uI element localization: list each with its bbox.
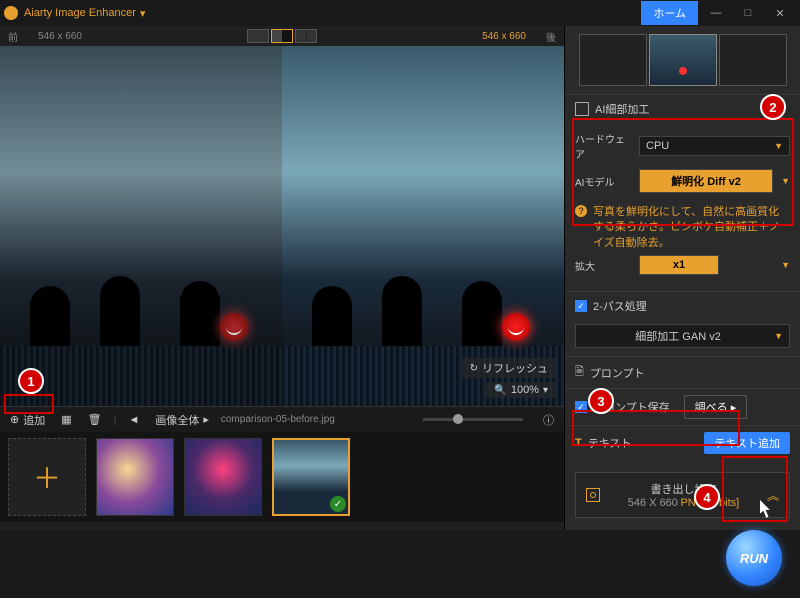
- prompt-section-header[interactable]: 🗎 プロンプト: [565, 356, 800, 388]
- thumbnail-3[interactable]: ✓: [272, 438, 350, 516]
- text-add-button[interactable]: テキスト追加: [704, 432, 790, 454]
- gan-select[interactable]: 細部加工 GAN v2▼: [575, 324, 790, 348]
- maximize-button[interactable]: □: [732, 0, 764, 26]
- after-dimensions: 546 x 660: [482, 31, 526, 42]
- delete-icon[interactable]: 🗑: [84, 411, 106, 428]
- scope-dropdown[interactable]: 画像全体 ▸: [151, 410, 213, 430]
- model-select[interactable]: 鮮明化 Diff v2: [639, 169, 773, 193]
- text-section-header: T テキスト テキスト追加: [565, 425, 800, 460]
- export-details: 546 X 660 PNG [8 bits]: [608, 497, 759, 509]
- adjust-button[interactable]: 調べる ▸: [684, 395, 748, 419]
- hardware-select[interactable]: CPU▼: [639, 136, 790, 156]
- title-dropdown-icon[interactable]: ▾: [140, 7, 146, 20]
- add-image-thumb[interactable]: ＋: [8, 438, 86, 516]
- view-single-toggle[interactable]: [247, 29, 269, 43]
- callout-1: 1: [18, 368, 44, 394]
- before-label: 前: [8, 29, 18, 44]
- prev-image-icon[interactable]: ◄: [124, 412, 143, 428]
- view-side-toggle[interactable]: [295, 29, 317, 43]
- expand-icon[interactable]: ︽: [767, 487, 779, 504]
- thumbnail-2[interactable]: [184, 438, 262, 516]
- model-label: AIモデル: [575, 174, 631, 189]
- image-viewer[interactable]: ↻ リフレッシュ 🔍 100% ▾: [0, 46, 564, 406]
- callout-4: 4: [694, 484, 720, 510]
- info-icon[interactable]: ⓘ: [539, 410, 558, 430]
- twopass-checkbox[interactable]: ✓: [575, 300, 587, 312]
- before-dimensions: 546 x 660: [38, 31, 82, 42]
- zoom-button[interactable]: 🔍 100% ▾: [486, 382, 556, 398]
- twopass-label: 2-パス処理: [593, 298, 647, 314]
- mini-preview: [565, 26, 800, 94]
- text-icon: T: [575, 437, 582, 449]
- run-button[interactable]: RUN: [726, 530, 782, 586]
- close-button[interactable]: ✕: [764, 0, 796, 26]
- zoom-slider[interactable]: [423, 418, 523, 421]
- add-button[interactable]: ⊕ 追加: [6, 410, 49, 430]
- export-header: 書き出し設定: [608, 481, 759, 497]
- refresh-button[interactable]: ↻ リフレッシュ: [462, 358, 556, 378]
- minimize-button[interactable]: ―: [700, 0, 732, 26]
- gear-icon: [586, 488, 600, 502]
- export-settings[interactable]: 書き出し設定 546 X 660 PNG [8 bits] ︽: [575, 472, 790, 518]
- help-icon[interactable]: ?: [575, 205, 587, 217]
- callout-2: 2: [760, 94, 786, 120]
- home-button[interactable]: ホーム: [641, 1, 698, 25]
- model-description: ? 写真を鮮明化にして、自然に高画質化する柔らかさ。ピンボケ自動補正＋ノイズ自動…: [575, 201, 790, 255]
- app-icon: [4, 6, 18, 20]
- filename-label: comparison-05-before.jpg: [221, 414, 335, 425]
- after-label: 後: [546, 29, 556, 44]
- prompt-save-checkbox[interactable]: ✓: [575, 401, 587, 413]
- scale-select[interactable]: x1: [639, 255, 719, 275]
- hardware-label: ハードウェア: [575, 131, 631, 161]
- ai-icon: [575, 102, 589, 116]
- app-title: Aiarty Image Enhancer: [24, 7, 136, 19]
- scale-label: 拡大: [575, 258, 631, 273]
- thumbnail-1[interactable]: [96, 438, 174, 516]
- prompt-icon: 🗎: [575, 363, 584, 382]
- callout-3: 3: [588, 388, 614, 414]
- grid-view-icon[interactable]: ▦: [57, 411, 75, 428]
- check-icon: ✓: [330, 496, 346, 512]
- view-split-toggle[interactable]: [271, 29, 293, 43]
